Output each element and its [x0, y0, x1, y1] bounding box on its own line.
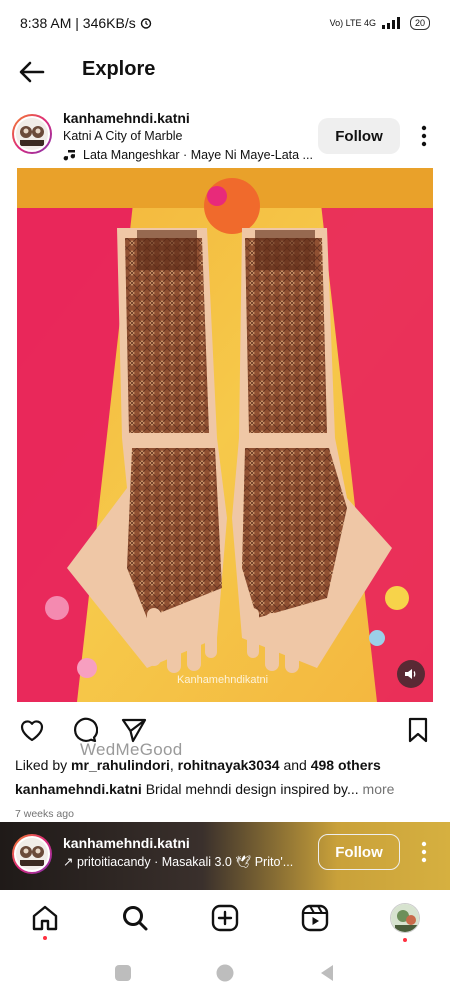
home-notification-dot: [43, 936, 47, 940]
network-label: Vo) LTE 4G: [329, 18, 376, 28]
heart-icon[interactable]: [18, 716, 46, 744]
post-image[interactable]: Kanhamehndikatni: [17, 168, 433, 702]
status-indicators: Vo) LTE 4G 20: [330, 16, 430, 30]
bookmark-icon[interactable]: [404, 716, 432, 744]
recent-apps-icon[interactable]: [112, 962, 134, 984]
likes-separator: ,: [169, 757, 178, 773]
mehndi-photo: [17, 168, 433, 702]
next-follow-button[interactable]: Follow: [318, 834, 400, 870]
signal-icon: [381, 17, 400, 29]
next-post-avatar[interactable]: [12, 834, 52, 874]
avatar-image: [16, 118, 48, 150]
post-header: kanhamehndi.katni Katni A City of Marble…: [0, 104, 450, 168]
more-vertical-icon[interactable]: [414, 122, 434, 150]
home-icon[interactable]: [30, 903, 60, 933]
post-caption: kanhamehndi.katni Bridal mehndi design i…: [15, 781, 435, 797]
page-title: Explore: [82, 58, 156, 80]
likes-and: and: [279, 757, 311, 773]
likes-prefix: Liked by: [15, 757, 72, 773]
likes-line: Liked by mr_rahulindori, rohitnayak3034 …: [15, 757, 381, 773]
avatar[interactable]: [12, 114, 52, 154]
speaker-icon: [405, 669, 416, 679]
caption-username[interactable]: kanhamehndi.katni: [15, 781, 142, 797]
liked-user-1[interactable]: mr_rahulindori: [71, 757, 170, 773]
liked-user-2[interactable]: rohitnayak3034: [178, 757, 280, 773]
image-watermark: Kanhamehndikatni: [177, 674, 269, 686]
back-button-icon[interactable]: [316, 962, 338, 984]
arrow-left-icon[interactable]: [18, 58, 46, 86]
status-bar: 8:38 AM | 346KB/s Vo) LTE 4G 20: [0, 0, 450, 46]
liked-others[interactable]: 498 others: [311, 757, 381, 773]
system-navigation: [0, 950, 450, 1000]
follow-button[interactable]: Follow: [318, 118, 400, 154]
post-actions: [0, 712, 450, 750]
post-location[interactable]: Katni A City of Marble: [63, 129, 183, 143]
bottom-navigation: [0, 890, 450, 950]
sound-toggle-button[interactable]: [397, 660, 425, 688]
post-timestamp: 7 weeks ago: [15, 808, 74, 820]
alarm-icon: [140, 18, 151, 29]
reels-icon[interactable]: [300, 903, 330, 933]
top-bar: Explore: [0, 46, 450, 98]
search-icon[interactable]: [120, 903, 150, 933]
post-audio[interactable]: Lata Mangeshkar · Maye Ni Maye-Lata ...: [63, 148, 313, 162]
avatar-image: [16, 838, 48, 870]
caption-more-link[interactable]: more: [359, 781, 395, 797]
caption-text: Bridal mehndi design inspired by...: [141, 781, 359, 797]
post-username[interactable]: kanhamehndi.katni: [63, 110, 190, 126]
more-vertical-icon[interactable]: [414, 838, 434, 866]
battery-indicator: 20: [409, 16, 430, 30]
post-audio-label: Lata Mangeshkar · Maye Ni Maye-Lata ...: [83, 148, 313, 162]
next-post-audio[interactable]: ↗ pritoitiacandy · Masakali 3.0 🕊 Prito'…: [63, 854, 293, 870]
next-post-username[interactable]: kanhamehndi.katni: [63, 835, 190, 851]
home-button-icon[interactable]: [214, 962, 236, 984]
profile-avatar-icon[interactable]: [390, 903, 420, 933]
plus-square-icon[interactable]: [210, 903, 240, 933]
status-time: 8:38 AM | 346KB/s: [20, 15, 136, 31]
profile-notification-dot: [403, 938, 407, 942]
music-note-icon: [63, 150, 76, 161]
next-post-header: kanhamehndi.katni ↗ pritoitiacandy · Mas…: [0, 822, 450, 890]
profile-image: [391, 904, 419, 932]
